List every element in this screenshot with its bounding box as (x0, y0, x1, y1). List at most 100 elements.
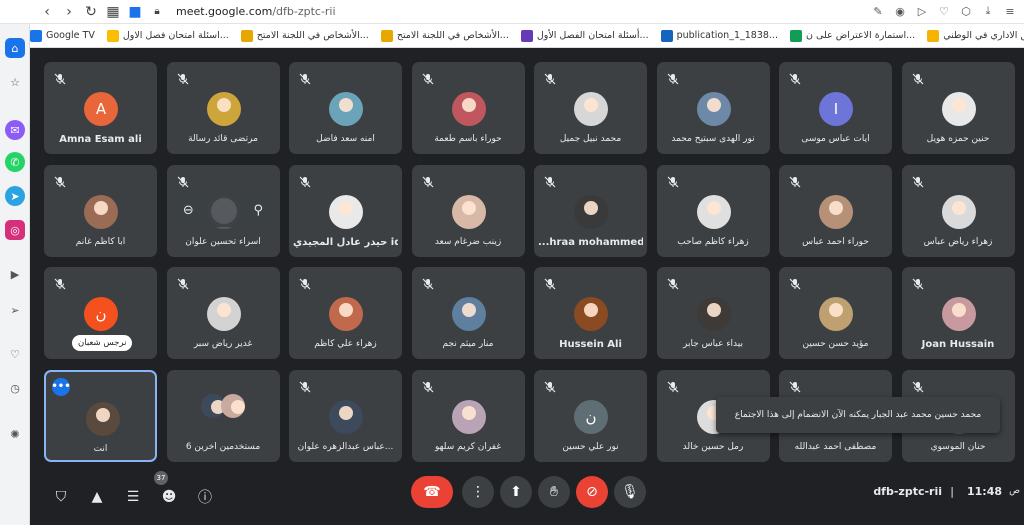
mic-muted-icon (54, 70, 66, 85)
avatar (574, 297, 608, 331)
pin-icon[interactable]: ☆ (5, 72, 25, 92)
participant-tile[interactable]: A Amna Esam ali (44, 62, 157, 154)
leave-call-button[interactable]: ☎ (411, 476, 453, 508)
participant-tile[interactable]: حوراء احمد عباس (779, 164, 892, 257)
chat-icon[interactable]: ☰ (122, 486, 144, 508)
present-screen-icon[interactable]: ⬆ (500, 476, 532, 508)
mic-muted-icon (54, 275, 66, 290)
participant-tile[interactable]: غدير رياض سبر (166, 267, 280, 359)
meet-camera-icon: ■ (128, 3, 142, 20)
bookmark-item[interactable]: التحليق الاداري في الوطني... (927, 29, 1024, 42)
bookmark-item[interactable]: أسئلة امتحان الفصل الأول... (520, 29, 649, 42)
camera-off-icon[interactable]: ⊘ (576, 476, 608, 508)
browser-sidebar: ⌂ ☆ ✉ ✆ ➤ ◎ ▶ ➢ ♡ ◷ ✺ (0, 24, 30, 525)
participant-name: غفران كريم سلهو (434, 441, 502, 452)
back-icon[interactable]: ‹ (36, 1, 58, 23)
reload-icon[interactable]: ↻ (80, 1, 102, 23)
activities-icon[interactable]: ▲ (86, 486, 108, 508)
mic-muted-icon (177, 173, 189, 187)
mic-muted-icon (789, 275, 801, 290)
participant-tile[interactable]: غفران كريم سلهو (411, 369, 525, 462)
video-icon[interactable]: ▷ (914, 3, 930, 19)
bookmark-item[interactable]: الأشخاص في اللجنة الامتح... (380, 29, 509, 42)
download-icon[interactable]: ⤓ (980, 3, 996, 19)
bookmark-item[interactable]: الأشخاص في اللجنة الامتح... (240, 29, 369, 42)
forward-icon[interactable]: › (58, 1, 80, 23)
participant-tile[interactable]: مرتضى قائد رسالة (166, 62, 280, 154)
participant-tile[interactable]: حيدر عادل المجيدي ide... (289, 164, 402, 257)
bulb-icon[interactable]: ✺ (5, 424, 25, 444)
telegram-icon[interactable]: ➤ (5, 186, 25, 206)
people-icon[interactable]: ☻ (158, 486, 180, 508)
mic-muted-icon (54, 173, 66, 187)
messenger-icon[interactable]: ✉ (5, 120, 25, 140)
send-icon[interactable]: ➢ (5, 300, 25, 320)
clock-ampm: ص (1009, 486, 1020, 496)
bookmark-icon (520, 29, 533, 42)
participant-tile[interactable]: عباس عبدالزهره علوان... (289, 369, 402, 462)
participant-tile[interactable]: ...hraa mohammed (534, 164, 647, 257)
heart-icon[interactable]: ♡ (936, 3, 952, 19)
mic-muted-icon (912, 275, 924, 290)
participant-tile[interactable]: ابا كاظم غانم (44, 164, 157, 257)
participant-tile[interactable]: مؤيد حسن حسين (779, 267, 892, 359)
menu-icon[interactable]: ≡ (1002, 3, 1018, 19)
edit-icon[interactable]: ✎ (870, 3, 886, 19)
raise-hand-icon[interactable]: ✋︎ (538, 476, 570, 508)
player-icon[interactable]: ▶ (5, 264, 25, 284)
participant-name: حنان الموسوي (930, 441, 986, 452)
participant-tile[interactable]: Hussein Ali (534, 267, 647, 359)
participant-tile[interactable]: ن نرجس شعبان (44, 267, 157, 359)
participant-tile[interactable]: نور الهدى سبتيح محمد (656, 62, 770, 154)
participant-tile[interactable]: Joan Hussain (901, 267, 1015, 359)
participant-tile[interactable]: 6 مستخدمين آخرين (166, 369, 280, 462)
bookmark-item[interactable]: Google TV (30, 29, 95, 42)
avatar (819, 297, 853, 331)
camera-icon[interactable]: ◉ (892, 3, 908, 19)
bookmark-item[interactable]: اسئلة امتحان فصل الاول... (106, 29, 229, 42)
home-icon[interactable]: ⌂ (5, 38, 25, 58)
cube-icon[interactable]: ⬡ (958, 3, 974, 19)
avatar (329, 92, 363, 126)
participant-name: حنين حمزه هويل (926, 134, 990, 144)
bookmark-item[interactable]: استمارة الاعتراض على ن... (789, 29, 915, 42)
mic-muted-icon (912, 173, 924, 187)
shield-icon[interactable]: ⛉ (50, 486, 72, 508)
participant-tile[interactable]: حنين حمزه هويل (901, 62, 1015, 154)
participant-tile[interactable]: زهراء رياض عباس (901, 164, 1015, 257)
more-options-icon[interactable]: ••• (51, 377, 71, 396)
participant-tile[interactable]: I آيات عباس موسى (779, 62, 892, 154)
participant-tile[interactable]: حوراء باسم طعمة (411, 62, 525, 154)
info-icon[interactable]: ⓘ (194, 486, 216, 508)
url-field[interactable]: meet.google.com/dfb-zptc-rii (176, 5, 336, 18)
participant-tile[interactable]: بيداء عباس جابر (656, 267, 770, 359)
heart-icon[interactable]: ♡ (5, 344, 25, 364)
lock-icon[interactable]: 🔒︎ (146, 1, 168, 23)
instagram-icon[interactable]: ◎ (5, 220, 25, 240)
more-options-icon[interactable]: ⋮ (462, 476, 494, 508)
whatsapp-icon[interactable]: ✆ (5, 152, 25, 172)
participant-name: زهراء كاظم صاحب (677, 236, 749, 247)
participant-tile[interactable]: زهراء علي كاظم (289, 267, 402, 359)
bookmark-item[interactable]: publication_1_1838... (660, 29, 778, 42)
participant-name: آيات عباس موسى (801, 134, 870, 144)
participant-tile[interactable]: منار ميثم نجم (411, 267, 525, 359)
participant-tile[interactable]: ن نور علي حسين (534, 369, 647, 462)
tabs-grid-icon[interactable]: ▦ (102, 1, 124, 23)
remove-icon[interactable]: ⊖ (183, 203, 194, 218)
participant-name: Amna Esam ali (59, 134, 142, 145)
participant-tile[interactable]: زينب ضرغام سعد (411, 164, 525, 257)
participant-tile[interactable]: امنه سعد فاضل (289, 62, 402, 154)
participant-tile[interactable]: ••• أنت (44, 369, 157, 462)
participant-name: امنه سعد فاضل (316, 134, 375, 144)
participant-tile[interactable]: زهراء كاظم صاحب (656, 164, 770, 257)
participant-tile[interactable]: ⊖ ⚲ اسراء تحسين علوان (166, 164, 280, 257)
bookmark-icon (30, 29, 42, 42)
pin-icon[interactable]: ⚲ (254, 203, 264, 218)
participant-name: عباس عبدالزهره علوان... (297, 441, 394, 452)
mic-muted-icon (422, 70, 434, 85)
clock-time: 11:48 (966, 485, 1002, 498)
participant-tile[interactable]: محمد نبيل جميل (534, 62, 647, 154)
history-icon[interactable]: ◷ (5, 378, 25, 398)
microphone-icon[interactable]: 🎙︎ (614, 476, 646, 508)
